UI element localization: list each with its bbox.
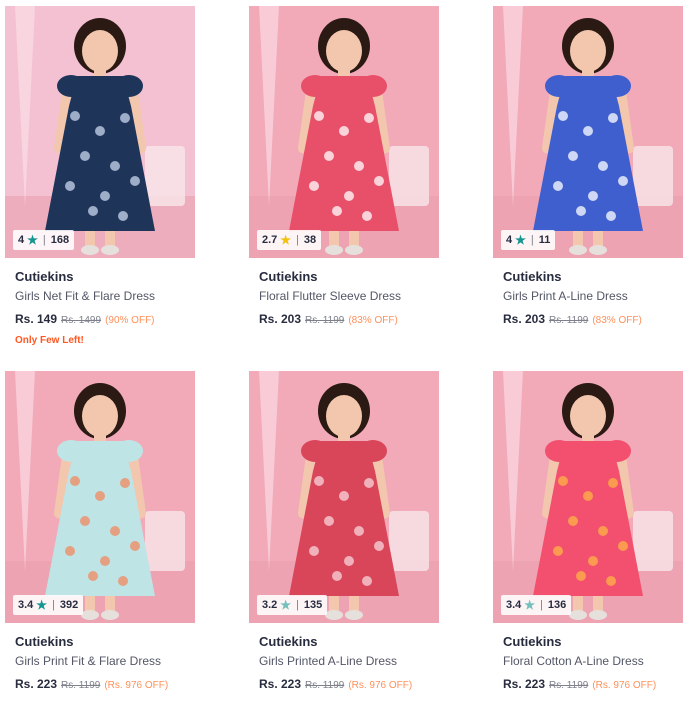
product-image[interactable]: 3.4 ★ | 136 <box>493 371 683 623</box>
product-info[interactable]: Cutiekins Girls Net Fit & Flare Dress Rs… <box>5 258 195 346</box>
product-mrp: Rs. 1199 <box>305 315 345 326</box>
product-info[interactable]: Cutiekins Floral Cotton A-Line Dress Rs.… <box>493 623 683 694</box>
rating-value: 3.2 <box>262 599 278 611</box>
product-card[interactable]: 3.4 ★ | 136 Cutiekins Floral Cotton A-Li… <box>493 371 683 694</box>
product-card[interactable]: 3.4 ★ | 392 Cutiekins Girls Print Fit & … <box>5 371 195 694</box>
price-line: Rs. 223 Rs. 1199 (Rs. 976 OFF) <box>259 676 429 694</box>
product-info[interactable]: Cutiekins Girls Printed A-Line Dress Rs.… <box>249 623 439 694</box>
rating-badge: 3.4 ★ | 136 <box>501 595 572 615</box>
rating-separator: | <box>296 599 299 611</box>
product-price: Rs. 203 <box>503 312 546 326</box>
product-image[interactable]: 4 ★ | 11 <box>493 6 683 258</box>
rating-badge: 3.4 ★ | 392 <box>13 595 84 615</box>
star-icon: ★ <box>524 598 536 612</box>
rating-count: 135 <box>303 599 323 611</box>
product-discount: (83% OFF) <box>592 315 642 326</box>
rating-value: 4 <box>506 234 513 246</box>
rating-badge: 4 ★ | 11 <box>501 230 556 250</box>
rating-value: 3.4 <box>18 599 34 611</box>
product-brand: Cutiekins <box>15 269 74 284</box>
rating-badge: 4 ★ | 168 <box>13 230 75 250</box>
product-price: Rs. 149 <box>15 312 58 326</box>
product-discount: (90% OFF) <box>105 315 155 326</box>
product-discount: (Rs. 976 OFF) <box>348 680 413 691</box>
product-mrp: Rs. 1199 <box>305 680 345 691</box>
rating-count: 168 <box>50 234 70 246</box>
product-info[interactable]: Cutiekins Floral Flutter Sleeve Dress Rs… <box>249 258 439 329</box>
product-image[interactable]: 4 ★ | 168 <box>5 6 195 258</box>
product-brand: Cutiekins <box>503 269 562 284</box>
product-card[interactable]: 2.7 ★ | 38 Cutiekins Floral Flutter Slee… <box>249 6 439 329</box>
rating-badge: 3.2 ★ | 135 <box>257 595 328 615</box>
product-name: Girls Print A-Line Dress <box>503 289 628 303</box>
rating-value: 2.7 <box>262 234 278 246</box>
product-image[interactable]: 3.2 ★ | 135 <box>249 371 439 623</box>
product-info[interactable]: Cutiekins Girls Print Fit & Flare Dress … <box>5 623 195 694</box>
price-line: Rs. 149 Rs. 1499 (90% OFF) <box>15 311 185 329</box>
price-line: Rs. 203 Rs. 1199 (83% OFF) <box>259 311 429 329</box>
product-price: Rs. 223 <box>259 677 302 691</box>
product-price: Rs. 223 <box>15 677 58 691</box>
product-discount: (Rs. 976 OFF) <box>104 680 169 691</box>
product-brand: Cutiekins <box>259 634 318 649</box>
product-brand: Cutiekins <box>15 634 74 649</box>
product-discount: (83% OFF) <box>348 315 398 326</box>
star-icon: ★ <box>280 598 292 612</box>
product-brand: Cutiekins <box>503 634 562 649</box>
product-name: Floral Flutter Sleeve Dress <box>259 289 402 303</box>
star-icon: ★ <box>515 233 526 247</box>
product-image[interactable]: 3.4 ★ | 392 <box>5 371 195 623</box>
product-brand: Cutiekins <box>259 269 318 284</box>
rating-badge: 2.7 ★ | 38 <box>257 230 322 250</box>
product-name: Girls Print Fit & Flare Dress <box>15 654 162 668</box>
product-image[interactable]: 2.7 ★ | 38 <box>249 6 439 258</box>
rating-separator: | <box>530 234 534 246</box>
rating-count: 136 <box>547 599 567 611</box>
star-icon: ★ <box>280 233 292 247</box>
product-mrp: Rs. 1199 <box>549 680 589 691</box>
product-name: Floral Cotton A-Line Dress <box>503 654 644 668</box>
rating-separator: | <box>42 234 46 246</box>
price-line: Rs. 223 Rs. 1199 (Rs. 976 OFF) <box>15 676 185 694</box>
product-card[interactable]: 4 ★ | 168 Cutiekins Girls Net Fit & Flar… <box>5 6 195 346</box>
product-mrp: Rs. 1199 <box>61 680 101 691</box>
product-card[interactable]: 3.2 ★ | 135 Cutiekins Girls Printed A-Li… <box>249 371 439 694</box>
price-line: Rs. 203 Rs. 1199 (83% OFF) <box>503 311 673 329</box>
rating-separator: | <box>52 599 55 611</box>
rating-value: 4 <box>18 234 25 246</box>
rating-separator: | <box>296 234 299 246</box>
rating-separator: | <box>540 599 543 611</box>
product-discount: (Rs. 976 OFF) <box>592 680 657 691</box>
rating-count: 392 <box>59 599 79 611</box>
stock-alert: Only Few Left! <box>15 335 84 346</box>
star-icon: ★ <box>27 233 38 247</box>
product-price: Rs. 203 <box>259 312 302 326</box>
price-line: Rs. 223 Rs. 1199 (Rs. 976 OFF) <box>503 676 673 694</box>
product-name: Girls Printed A-Line Dress <box>259 654 398 668</box>
product-info[interactable]: Cutiekins Girls Print A-Line Dress Rs. 2… <box>493 258 683 329</box>
rating-count: 11 <box>538 234 551 246</box>
product-name: Girls Net Fit & Flare Dress <box>15 289 156 303</box>
product-mrp: Rs. 1199 <box>549 315 589 326</box>
star-icon: ★ <box>36 598 48 612</box>
product-mrp: Rs. 1499 <box>61 315 102 326</box>
product-card[interactable]: 4 ★ | 11 Cutiekins Girls Print A-Line Dr… <box>493 6 683 329</box>
rating-count: 38 <box>303 234 317 246</box>
product-price: Rs. 223 <box>503 677 546 691</box>
rating-value: 3.4 <box>506 599 522 611</box>
